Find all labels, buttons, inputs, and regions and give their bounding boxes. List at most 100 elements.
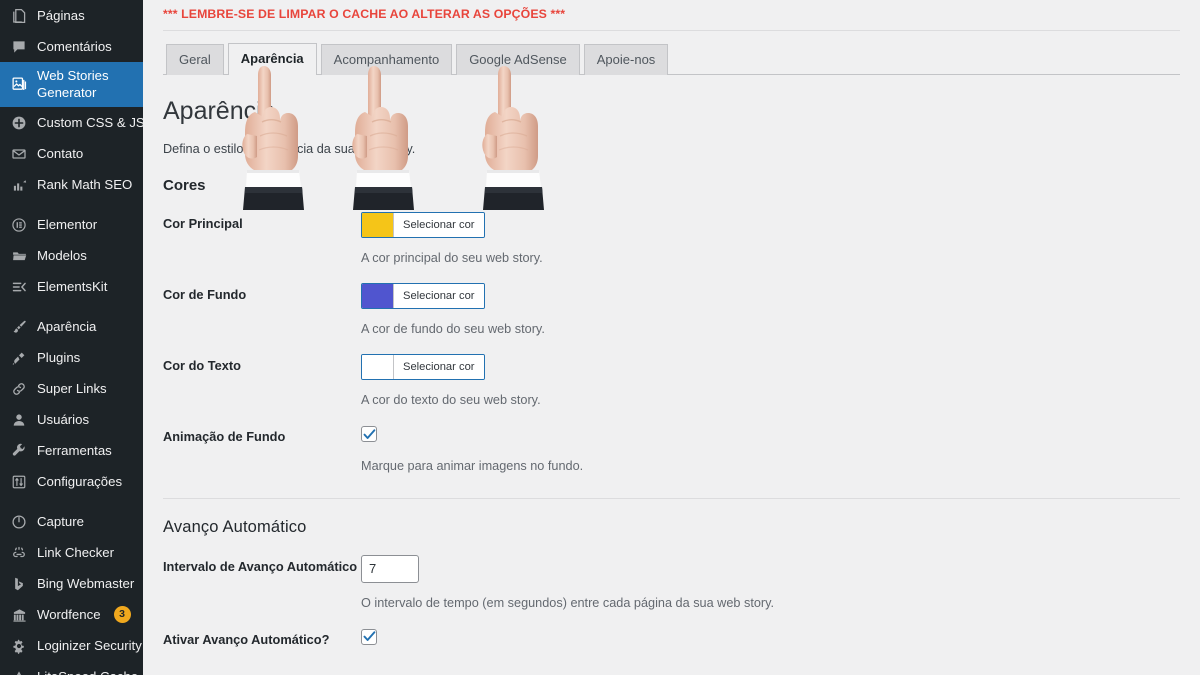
primary-color-picker-button[interactable]: Selecionar cor xyxy=(361,212,485,239)
rank-math-icon xyxy=(9,175,29,195)
sidebar-item-coment-rios[interactable]: Comentários xyxy=(0,31,143,62)
sidebar-separator xyxy=(0,302,143,311)
text-color-picker-label: Selecionar cor xyxy=(394,355,484,380)
sidebar-item-label: Elementor xyxy=(37,216,98,232)
user-icon xyxy=(9,410,29,430)
section-title-auto-advance: Avanço Automático xyxy=(163,517,307,536)
pages-icon xyxy=(9,6,29,26)
autoadvance-interval-input[interactable] xyxy=(361,554,419,583)
sidebar-item-label: Usuários xyxy=(37,411,90,427)
settings-sliders-icon xyxy=(9,472,29,492)
sidebar-item-p-ginas[interactable]: Páginas xyxy=(0,0,143,31)
label-primary-color: Cor Principal xyxy=(163,216,243,232)
settings-content-area: *** LEMBRE-SE DE LIMPAR O CACHE AO ALTER… xyxy=(143,0,1200,675)
section-title-colors: Cores xyxy=(163,177,206,195)
sidebar-item-bing-webmaster[interactable]: Bing Webmaster xyxy=(0,568,143,599)
help-autoadvance-interval: O intervalo de tempo (em segundos) entre… xyxy=(361,595,775,610)
sidebar-item-badge: 3 xyxy=(113,606,131,623)
sidebar-item-label: Plugins xyxy=(37,349,81,365)
label-autoadvance-enabled: Ativar Avanço Automático? xyxy=(163,631,330,647)
envelope-icon xyxy=(9,144,29,164)
sidebar-item-label: Wordfence xyxy=(37,606,101,622)
plug-icon xyxy=(9,348,29,368)
sidebar-item-rank-math-seo[interactable]: Rank Math SEO xyxy=(0,169,143,200)
sidebar-item-label: Capture xyxy=(37,513,84,529)
label-background-animation: Animação de Fundo xyxy=(163,429,286,445)
sidebar-item-label: Modelos xyxy=(37,247,87,263)
sidebar-item-litespeed-cache[interactable]: LiteSpeed Cache xyxy=(0,661,143,675)
tab-geral[interactable]: Geral xyxy=(166,44,224,75)
sidebar-item-wordfence[interactable]: Wordfence 3 xyxy=(0,599,143,630)
sidebar-item-ferramentas[interactable]: Ferramentas xyxy=(0,435,143,466)
background-animation-checkbox[interactable] xyxy=(361,426,377,443)
sidebar-item-web-stories-generator[interactable]: Web Stories Generator xyxy=(0,62,143,107)
help-background-animation: Marque para animar imagens no fundo. xyxy=(361,458,584,473)
wrench-icon xyxy=(9,441,29,461)
sidebar-item-label: Páginas xyxy=(37,7,85,23)
sidebar-item-link-checker[interactable]: Link Checker xyxy=(0,537,143,568)
background-color-picker-button[interactable]: Selecionar cor xyxy=(361,283,485,310)
sidebar-item-capture[interactable]: Capture xyxy=(0,506,143,537)
sidebar-item-apar-ncia[interactable]: Aparência xyxy=(0,311,143,342)
field-row-background-animation: Animação de Fundo Marque para animar ima… xyxy=(163,407,1180,473)
wordpress-admin: Páginas Comentários Web Stories Generator C… xyxy=(0,0,1200,675)
sidebar-item-label: ElementsKit xyxy=(37,278,108,294)
sidebar-separator xyxy=(0,200,143,209)
plus-circle-icon xyxy=(9,113,29,133)
sidebar-item-contato[interactable]: Contato xyxy=(0,138,143,169)
sidebar-item-label: LiteSpeed Cache xyxy=(37,669,138,675)
folder-icon xyxy=(9,246,29,266)
primary-color-swatch xyxy=(362,213,394,238)
tab-apoie-nos[interactable]: Apoie-nos xyxy=(583,44,669,75)
paintbrush-icon xyxy=(9,317,29,337)
background-color-picker-label: Selecionar cor xyxy=(394,284,484,309)
field-row-autoadvance-interval: Intervalo de Avanço Automático O interva… xyxy=(163,537,1180,610)
sidebar-item-label: Custom CSS & JS xyxy=(37,114,143,130)
wordfence-icon xyxy=(9,605,29,625)
label-background-color: Cor de Fundo xyxy=(163,287,247,303)
sidebar-item-loginizer-security[interactable]: Loginizer Security xyxy=(0,630,143,661)
sidebar-item-label: Configurações xyxy=(37,473,123,489)
help-text-color: A cor do texto do seu web story. xyxy=(361,393,541,408)
page-description: Defina o estilo e aparência da sua web s… xyxy=(163,142,416,157)
admin-sidebar-menu: Páginas Comentários Web Stories Generator C… xyxy=(0,0,143,675)
background-color-swatch xyxy=(362,284,394,309)
tab-apar-ncia[interactable]: Aparência xyxy=(227,43,317,75)
sidebar-item-elementor[interactable]: Elementor xyxy=(0,209,143,240)
primary-color-picker-label: Selecionar cor xyxy=(394,213,484,238)
sidebar-item-plugins[interactable]: Plugins xyxy=(0,342,143,373)
label-text-color: Cor do Texto xyxy=(163,358,241,374)
field-row-background-color: Cor de Fundo Selecionar cor A cor de fun… xyxy=(163,265,1180,336)
autoadvance-enabled-checkbox[interactable] xyxy=(361,628,377,645)
settings-tab-bar[interactable]: Geral Aparência Acompanhamento Google AdSen… xyxy=(163,31,1180,75)
link-icon xyxy=(9,379,29,399)
sidebar-item-label: Link Checker xyxy=(37,544,114,560)
sidebar-item-label: Rank Math SEO xyxy=(37,176,133,192)
sidebar-item-label: Aparência xyxy=(37,318,97,334)
sidebar-item-label: Contato xyxy=(37,145,84,161)
bing-icon xyxy=(9,574,29,594)
field-row-primary-color: Cor Principal Selecionar cor A cor princ… xyxy=(163,194,1180,265)
field-row-autoadvance-enabled: Ativar Avanço Automático? xyxy=(163,610,1180,649)
gear-icon xyxy=(9,636,29,656)
field-row-text-color: Cor do Texto Selecionar cor A cor do tex… xyxy=(163,336,1180,407)
sidebar-item-super-links[interactable]: Super Links xyxy=(0,373,143,404)
label-autoadvance-interval: Intervalo de Avanço Automático xyxy=(163,558,358,574)
sidebar-item-label: Super Links xyxy=(37,380,107,396)
sidebar-item-label: Comentários xyxy=(37,38,112,54)
sidebar-item-usu-rios[interactable]: Usuários xyxy=(0,404,143,435)
tab-google-adsense[interactable]: Google AdSense xyxy=(456,44,580,75)
sidebar-item-custom-css-js[interactable]: Custom CSS & JS xyxy=(0,107,143,138)
text-color-picker-button[interactable]: Selecionar cor xyxy=(361,354,485,381)
page-title: Aparência xyxy=(163,96,276,125)
litespeed-icon xyxy=(9,667,29,675)
help-primary-color: A cor principal do seu web story. xyxy=(361,251,543,266)
sidebar-item-elementskit[interactable]: ElementsKit xyxy=(0,271,143,302)
elementor-icon xyxy=(9,215,29,235)
tab-acompanhamento[interactable]: Acompanhamento xyxy=(320,44,453,75)
sidebar-item-configura-es[interactable]: Configurações xyxy=(0,466,143,497)
sidebar-item-modelos[interactable]: Modelos xyxy=(0,240,143,271)
link-checker-icon xyxy=(9,543,29,563)
sidebar-separator xyxy=(0,497,143,506)
web-stories-icon xyxy=(9,75,29,95)
